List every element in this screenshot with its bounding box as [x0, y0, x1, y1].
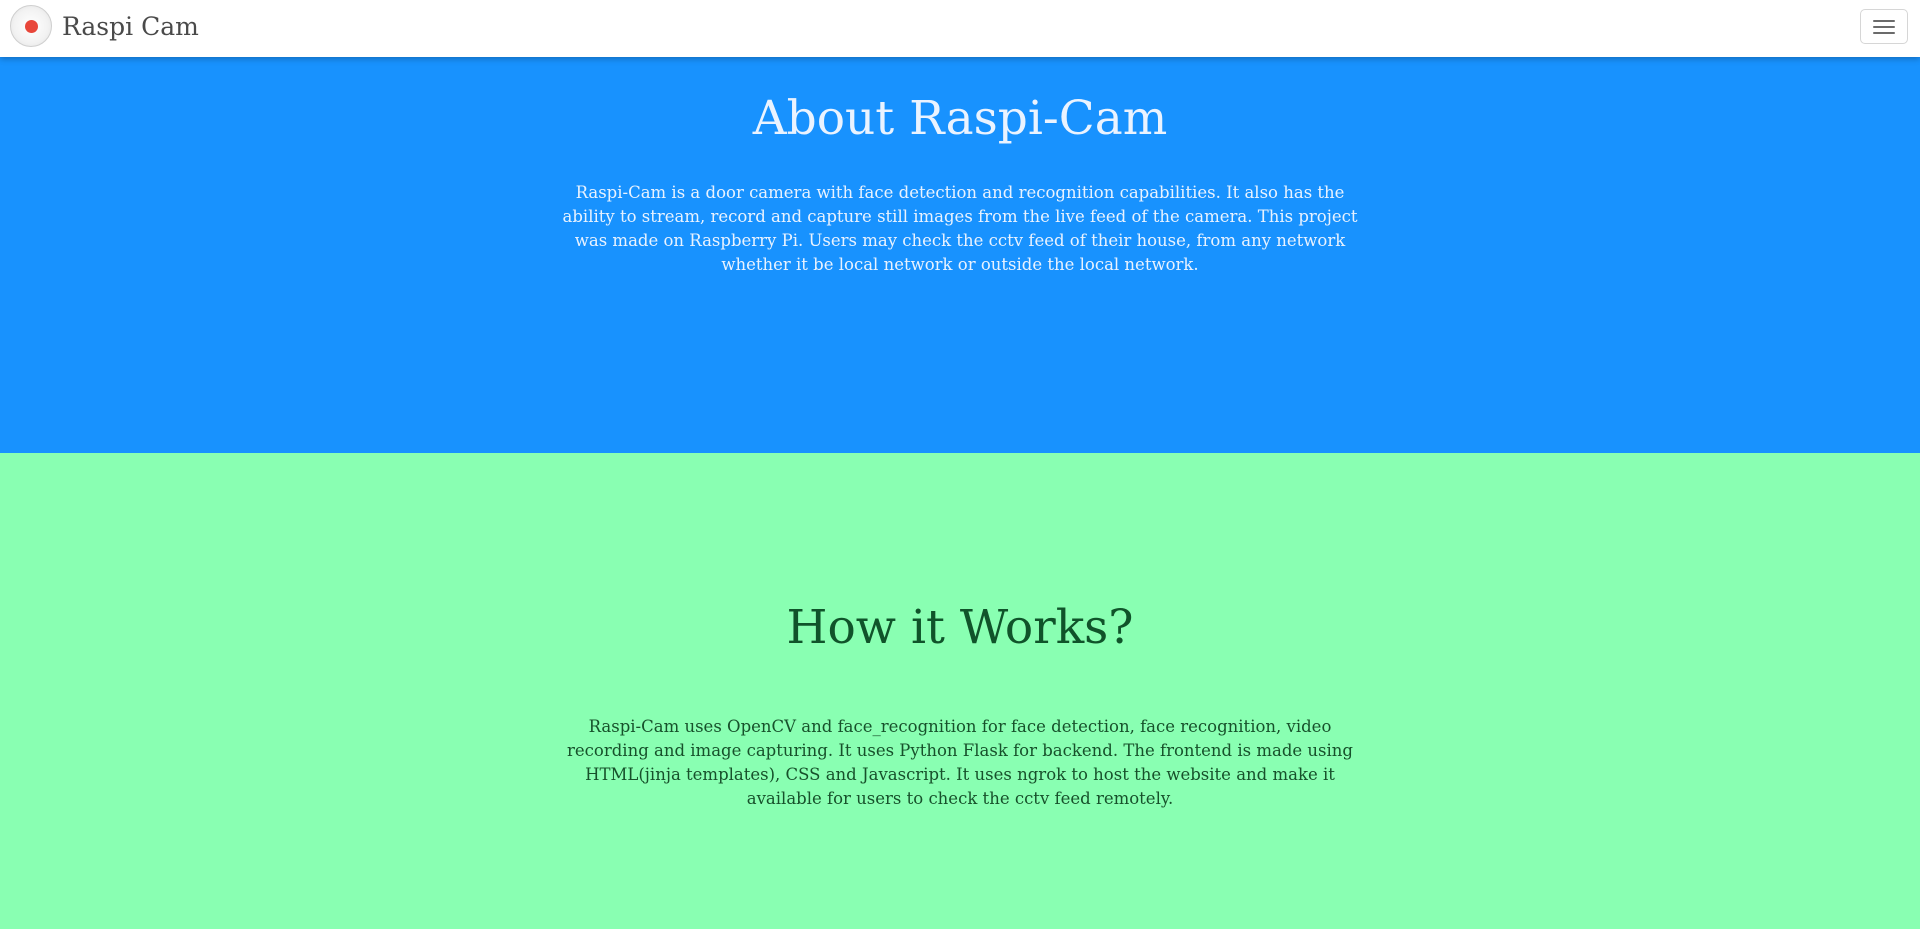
record-icon — [10, 5, 52, 47]
how-it-works-title: How it Works? — [786, 600, 1134, 655]
about-title: About Raspi-Cam — [752, 91, 1168, 146]
how-it-works-description: Raspi-Cam uses OpenCV and face_recogniti… — [567, 717, 1353, 808]
record-dot — [24, 19, 38, 33]
brand-name: Raspi Cam — [62, 11, 199, 41]
menu-toggle-button[interactable] — [1860, 9, 1908, 44]
navbar: Raspi Cam — [0, 0, 1920, 57]
brand-link[interactable]: Raspi Cam — [10, 5, 199, 47]
how-it-works-section: How it Works? Raspi-Cam uses OpenCV and … — [0, 453, 1920, 929]
about-section: About Raspi-Cam Raspi-Cam is a door came… — [0, 57, 1920, 453]
hamburger-menu-icon — [1873, 19, 1895, 34]
about-description: Raspi-Cam is a door camera with face det… — [562, 183, 1358, 274]
